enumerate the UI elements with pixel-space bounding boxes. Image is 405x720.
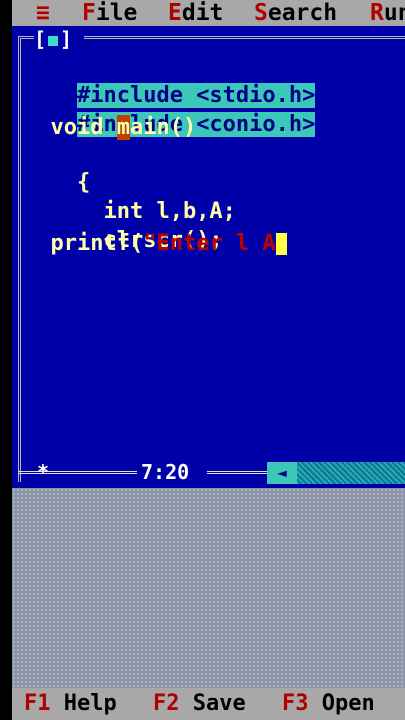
close-box-bracket-left: [ (34, 27, 47, 51)
modified-indicator: * (37, 460, 50, 484)
system-menu-icon[interactable]: ≡ (36, 0, 50, 26)
fkey-open-label: Open (321, 691, 375, 716)
editor-window[interactable]: [] #include <stdio.h> #include <conio.h>… (12, 26, 405, 488)
desktop-background (12, 488, 405, 688)
fkey-save[interactable]: F2 Save (153, 688, 246, 720)
fkey-help-key: F1 (24, 691, 51, 716)
code-line-7[interactable]: printf("Enter l A (24, 231, 287, 257)
menu-search[interactable]: Search (254, 0, 337, 26)
left-black-strip (0, 0, 12, 720)
fkey-help[interactable]: F1 Help (24, 688, 117, 720)
code-line-7-string: "Enter l A (143, 231, 276, 256)
horizontal-scrollbar[interactable] (297, 462, 405, 484)
close-box-bracket-right: ] (60, 27, 73, 51)
scroll-left-arrow-icon[interactable]: ◄ (267, 462, 297, 484)
menu-edit[interactable]: Edit (168, 0, 223, 26)
text-cursor-char: m (116, 115, 130, 140)
menu-bar: ≡ File Edit Search Run (12, 0, 405, 26)
menu-run[interactable]: Run (370, 0, 405, 26)
code-line-3-post: ain() (129, 115, 197, 140)
menu-file[interactable]: File (82, 0, 137, 26)
code-line-3-pre: void (24, 115, 117, 140)
fkey-help-label: Help (63, 691, 117, 716)
fkey-open[interactable]: F3 Open (282, 688, 375, 720)
code-line-7-pre: printf( (24, 231, 144, 256)
fkey-save-label: Save (192, 691, 246, 716)
insert-cursor (275, 233, 287, 255)
editor-status-line: * 7:20 ◄ (12, 458, 405, 486)
scroll-arrow-glyph: ◄ (277, 463, 287, 482)
cursor-position: 7:20 (137, 458, 194, 486)
fkey-save-key: F2 (153, 691, 180, 716)
close-box[interactable]: [] (34, 28, 84, 50)
status-divider-right (207, 471, 267, 474)
close-icon (48, 35, 59, 46)
function-key-bar: F1 Help F2 Save F3 Open (12, 688, 405, 720)
fkey-open-key: F3 (282, 691, 309, 716)
code-line-3[interactable]: void main() (24, 115, 196, 141)
status-divider-left (18, 471, 137, 474)
